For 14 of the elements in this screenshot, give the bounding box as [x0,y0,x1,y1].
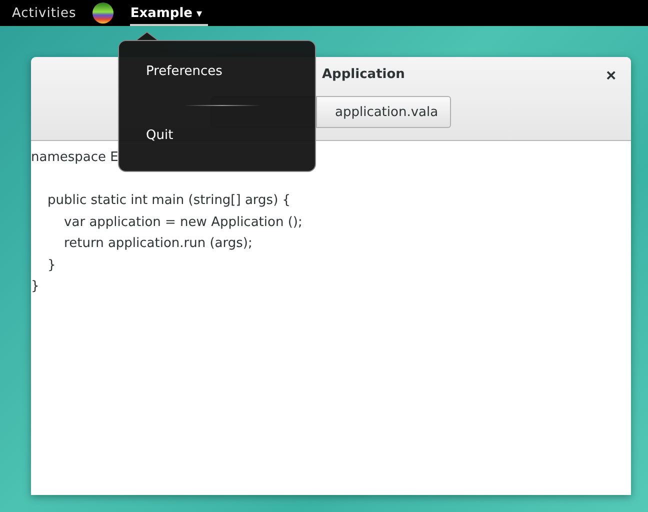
file-tab[interactable]: application.vala [317,96,451,128]
code-line: public static int main (string[] args) { [46,193,291,208]
code-line: var application = new Application (); [63,214,302,230]
code-line: } [46,258,56,272]
menu-item[interactable]: Preferences [146,64,222,80]
activities-button[interactable]: Activities [12,6,76,20]
app-icon [92,2,114,24]
app-menu-button[interactable]: Example ▾ [130,0,208,26]
code-line: return application.run (args); [63,236,252,251]
close-button[interactable]: × [603,66,619,86]
code-line: namespace E [31,150,118,165]
menu-item[interactable]: Quit [146,128,174,144]
code-line: } [31,279,40,294]
window-title: Application [322,67,405,82]
